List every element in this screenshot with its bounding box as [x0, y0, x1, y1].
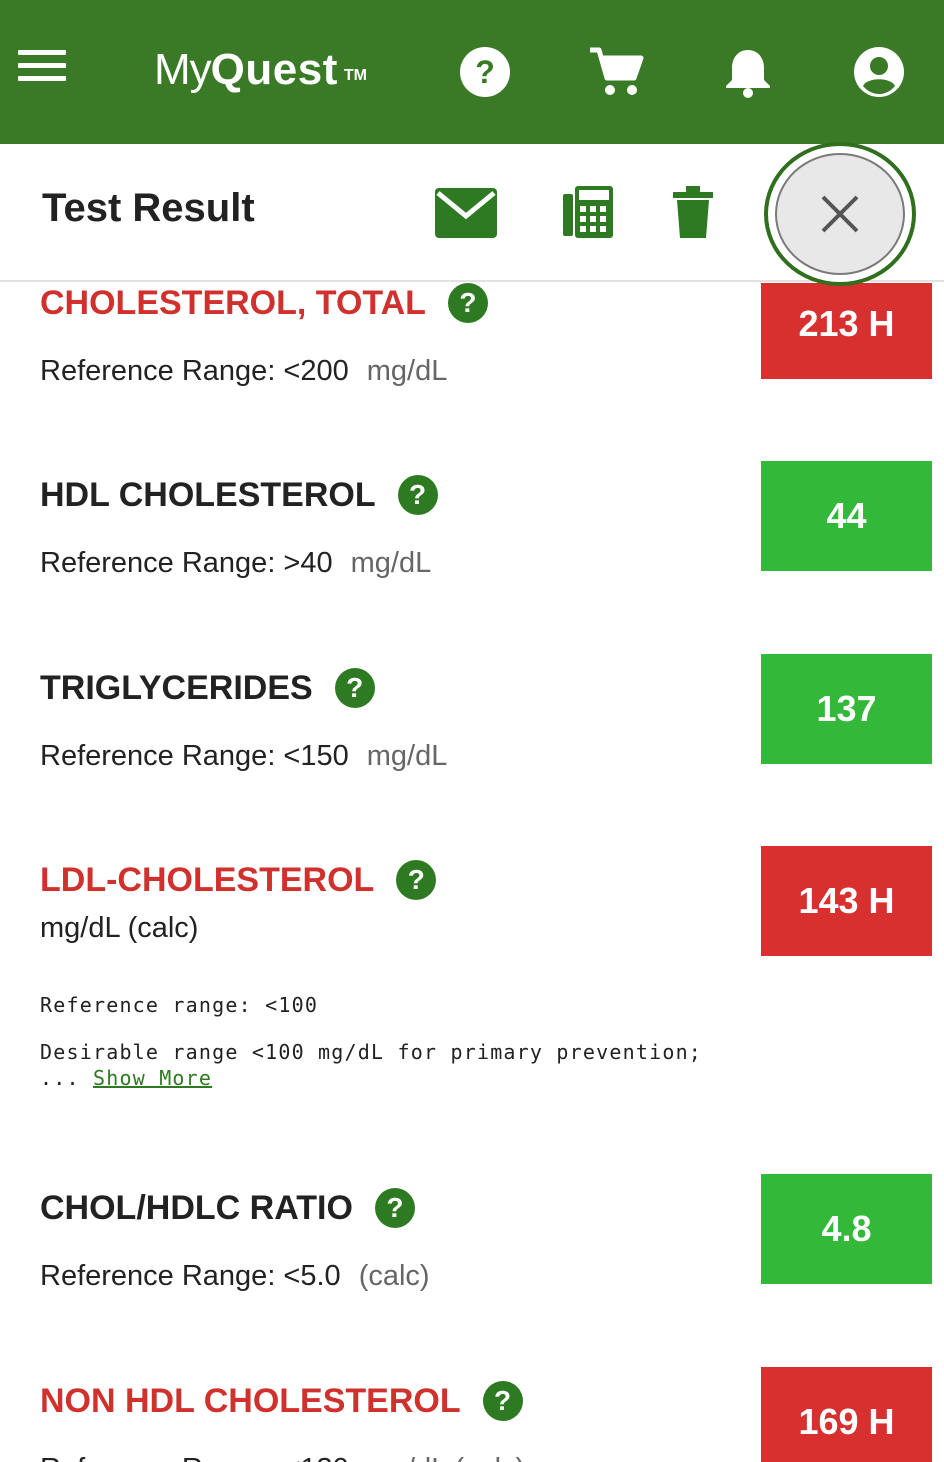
result-value-badge: 4.8 [761, 1174, 932, 1284]
reference-range: Reference Range: <200 [40, 355, 349, 387]
help-icon[interactable]: ? [397, 475, 438, 515]
test-name: CHOLESTEROL, TOTAL [40, 283, 426, 322]
test-name: HDL CHOLESTEROL [40, 475, 376, 514]
help-icon[interactable]: ? [482, 1381, 523, 1421]
result-value-badge: 169 H [761, 1367, 932, 1462]
notification-bell-icon[interactable] [722, 46, 774, 98]
unit: mg/dL [350, 547, 432, 579]
trash-icon[interactable] [673, 186, 713, 243]
myquest-logo[interactable]: MyQuest TM [154, 44, 367, 96]
help-icon[interactable]: ? [374, 1188, 415, 1228]
app-header: MyQuest TM ? [0, 0, 944, 144]
help-icon[interactable]: ? [447, 283, 488, 323]
result-value-badge: 44 [761, 461, 932, 571]
unit: mg/dL [366, 355, 448, 387]
svg-text:?: ? [475, 54, 495, 90]
reference-range: Reference Range: <5.0 [40, 1260, 341, 1292]
page-title: Test Result [42, 186, 255, 230]
fax-icon[interactable] [563, 186, 613, 243]
test-name: CHOL/HDLC RATIO [40, 1188, 353, 1227]
close-icon [775, 153, 905, 275]
email-icon[interactable] [435, 188, 497, 243]
test-name: NON HDL CHOLESTEROL [40, 1381, 461, 1420]
unit: mg/dL (calc) [40, 912, 199, 944]
unit: mg/dL (calc) [367, 1453, 525, 1462]
result-value-badge: 143 H [761, 846, 932, 956]
unit: (calc) [358, 1260, 430, 1292]
unit: mg/dL [366, 740, 448, 772]
close-button[interactable] [764, 142, 916, 286]
cart-icon[interactable] [588, 46, 644, 98]
show-more-link[interactable]: Show More [93, 1066, 212, 1090]
ellipsis: ... [40, 1066, 80, 1090]
account-icon[interactable] [853, 46, 905, 98]
result-value-badge: 213 H [761, 283, 932, 379]
reference-range: Reference Range: <150 [40, 740, 349, 772]
test-name: TRIGLYCERIDES [40, 668, 313, 707]
help-icon[interactable]: ? [459, 46, 511, 98]
test-name: LDL-CHOLESTEROL [40, 860, 375, 899]
reference-note: Reference range: <100 [40, 993, 319, 1017]
reference-range: Reference Range: >40 [40, 547, 333, 579]
result-value-badge: 137 [761, 654, 932, 764]
desirable-range-note: Desirable range <100 mg/dL for primary p… [40, 1040, 703, 1064]
results-list: CHOLESTEROL, TOTAL ? Reference Range: <2… [0, 283, 944, 1462]
help-icon[interactable]: ? [396, 860, 437, 900]
help-icon[interactable]: ? [334, 668, 375, 708]
reference-range: Reference Range: <130 [40, 1453, 349, 1462]
menu-icon[interactable] [18, 50, 66, 86]
